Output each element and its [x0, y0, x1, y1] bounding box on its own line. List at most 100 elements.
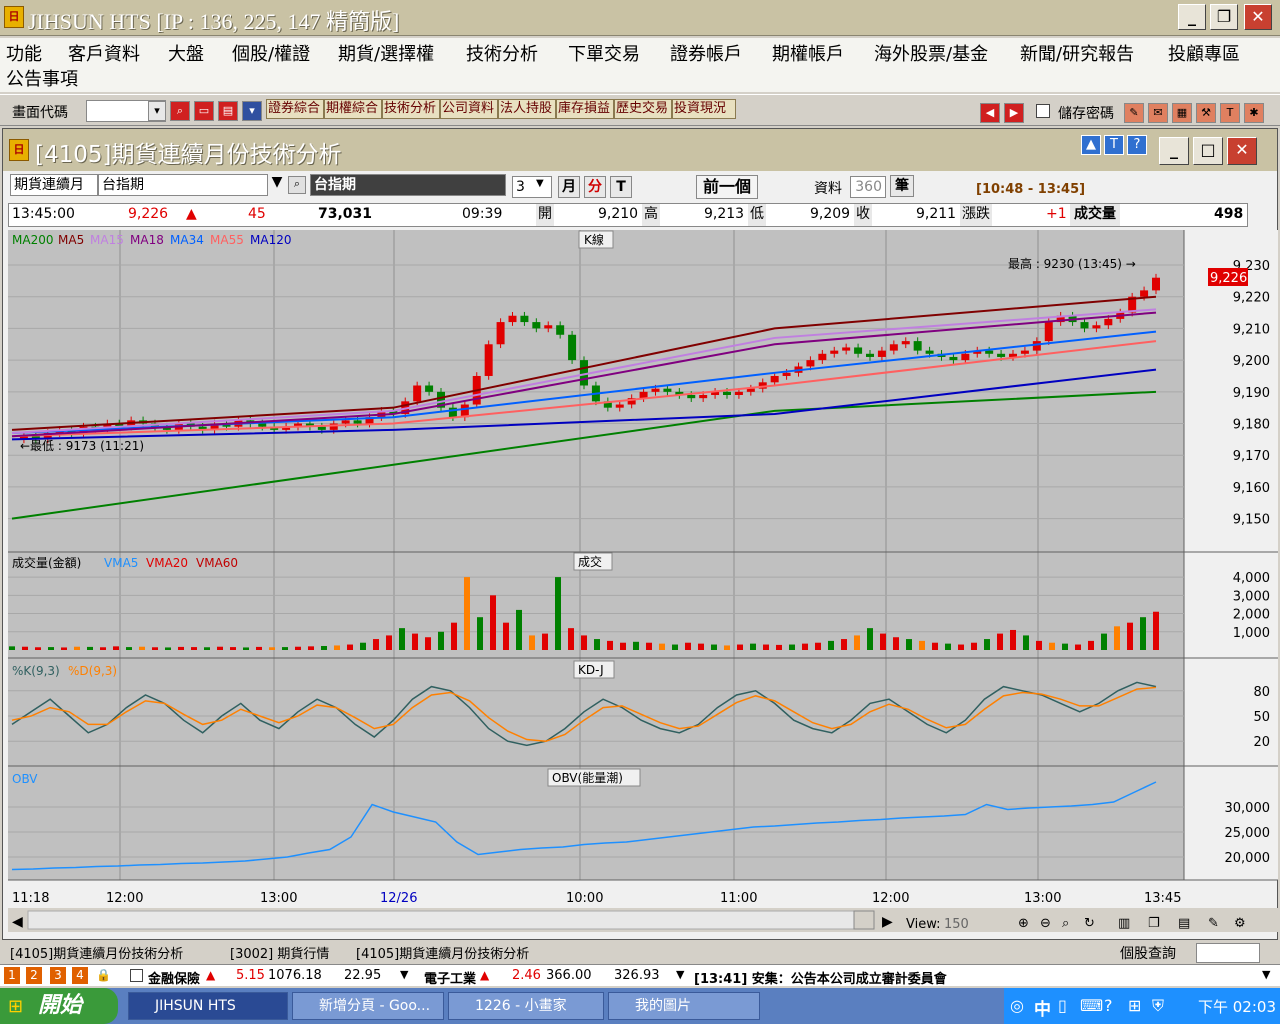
- zoom-in-icon: ⊕: [1018, 916, 1029, 931]
- menu-item-options-account[interactable]: 期權帳戶: [772, 40, 844, 66]
- taskbar-item-jihsun[interactable]: JIHSUN HTS: [128, 992, 288, 1020]
- menu-item-technical[interactable]: 技術分析: [466, 40, 538, 66]
- ticker-item1-dropdown-icon[interactable]: ▼: [400, 968, 408, 981]
- ime-mode-icon[interactable]: ▯: [1058, 996, 1067, 1015]
- quote-volume: 498: [1214, 206, 1244, 222]
- menu-item-order[interactable]: 下單交易: [568, 40, 640, 66]
- chart-icon[interactable]: ▤: [218, 101, 238, 121]
- product-field[interactable]: 台指期: [98, 174, 268, 196]
- candle-body: [413, 385, 422, 402]
- menu-item-advisor[interactable]: 投顧專區: [1168, 40, 1240, 66]
- period-tick-button[interactable]: T: [610, 176, 632, 198]
- chevron-down-icon[interactable]: ▾: [148, 101, 166, 121]
- quick-btn-investment[interactable]: 投資現況: [672, 99, 736, 119]
- save-password-checkbox[interactable]: [1036, 104, 1050, 118]
- inner-close-button[interactable]: ✕: [1227, 137, 1257, 165]
- candle-body: [1032, 341, 1041, 351]
- volume-bar: [1049, 642, 1055, 650]
- help-tray-icon[interactable]: ?: [1104, 996, 1113, 1015]
- ticker-page-2[interactable]: 2: [26, 967, 42, 984]
- windows-tray-icon[interactable]: ⊞: [1128, 996, 1141, 1015]
- gift-icon[interactable]: ✱: [1244, 103, 1264, 123]
- kd-title: KD-J: [578, 663, 604, 677]
- dropdown-icon[interactable]: ▾: [242, 101, 262, 121]
- volume-bar: [672, 644, 678, 650]
- volume-bar: [386, 635, 392, 650]
- ticker-item1-change: 5.15: [236, 968, 265, 983]
- menu-item-stocks[interactable]: 個股/權證: [232, 40, 310, 66]
- text-icon[interactable]: T: [1220, 103, 1240, 123]
- prev-button[interactable]: 前一個: [696, 175, 758, 199]
- menu-item-overseas[interactable]: 海外股票/基金: [874, 40, 988, 66]
- menu-item-news[interactable]: 新聞/研究報告: [1020, 40, 1134, 66]
- restore-button[interactable]: ❐: [1210, 4, 1238, 30]
- inner-maximize-button[interactable]: □: [1193, 137, 1223, 165]
- inner-minimize-button[interactable]: _: [1159, 137, 1189, 165]
- tab-4105-active[interactable]: [4105]期貨連續月份技術分析: [10, 943, 183, 963]
- contract-type-field[interactable]: 期貨連續月: [10, 174, 98, 196]
- volume-bar: [61, 647, 67, 650]
- taskbar-item-paint[interactable]: 1226 - 小畫家: [448, 992, 604, 1020]
- period-minute-button[interactable]: 分: [584, 176, 606, 198]
- menu-item-announcements[interactable]: 公告事項: [6, 65, 78, 91]
- tool-icon[interactable]: ⚒: [1196, 103, 1216, 123]
- menu-item-market[interactable]: 大盤: [168, 40, 204, 66]
- taskbar-item-pictures[interactable]: 我的圖片: [608, 992, 760, 1020]
- candle-body: [663, 388, 672, 392]
- ticker-page-4[interactable]: 4: [72, 967, 88, 984]
- quick-btn-history[interactable]: 歷史交易: [614, 99, 672, 119]
- stock-query-input[interactable]: [1196, 943, 1260, 963]
- arrow-right-icon[interactable]: ▶: [1004, 103, 1024, 123]
- network-icon[interactable]: ◎: [1010, 996, 1024, 1015]
- edit-icon[interactable]: ✎: [1124, 103, 1144, 123]
- help-icon[interactable]: ?: [1127, 135, 1147, 155]
- menu-item-function[interactable]: 功能: [6, 40, 42, 66]
- ticker-news-dropdown-icon[interactable]: ▼: [1262, 968, 1270, 981]
- quick-btn-technical[interactable]: 技術分析: [382, 99, 440, 119]
- period-select[interactable]: 3: [512, 176, 552, 198]
- volume-bar: [35, 647, 41, 650]
- minimize-button[interactable]: _: [1178, 4, 1206, 30]
- ticker-checkbox[interactable]: [130, 969, 143, 982]
- menu-item-customer[interactable]: 客戶資料: [68, 40, 140, 66]
- menu-item-futures[interactable]: 期貨/選擇權: [338, 40, 434, 66]
- quick-btn-securities[interactable]: 證券綜合: [266, 99, 324, 119]
- candle-body: [854, 347, 863, 354]
- quick-btn-company[interactable]: 公司資料: [440, 99, 498, 119]
- period-month-button[interactable]: 月: [558, 176, 580, 198]
- data-count-input[interactable]: 360: [850, 176, 886, 198]
- ticker-news[interactable]: [13:41] 安集：公告本公司成立審計委員會: [694, 968, 947, 987]
- lock-icon[interactable]: 🔒: [96, 968, 111, 982]
- quote-change: 45: [248, 206, 266, 222]
- quick-btn-inventory[interactable]: 庫存損益: [556, 99, 614, 119]
- folder-icon[interactable]: ▭: [194, 101, 214, 121]
- shield-icon[interactable]: ⛨: [1152, 996, 1164, 1016]
- data-unit-button[interactable]: 筆: [890, 175, 914, 197]
- search-icon[interactable]: ⌕: [288, 176, 306, 194]
- volume-bar: [230, 647, 236, 650]
- close-button[interactable]: ✕: [1244, 4, 1272, 30]
- ime-indicator[interactable]: 中: [1034, 995, 1051, 1020]
- ticker-page-1[interactable]: 1: [4, 967, 20, 984]
- legend-ma15: MA15: [90, 233, 124, 247]
- product-dropdown-icon[interactable]: ▼: [268, 174, 286, 196]
- ticker-page-3[interactable]: 3: [50, 967, 66, 984]
- arrow-left-icon[interactable]: ◀: [980, 103, 1000, 123]
- keyboard-icon[interactable]: ⌨: [1080, 996, 1103, 1015]
- quick-btn-options[interactable]: 期權綜合: [324, 99, 382, 119]
- menu-item-securities-account[interactable]: 證券帳戶: [670, 40, 742, 66]
- technical-chart[interactable]: 9,2309,2209,2109,2009,1909,1809,1709,160…: [8, 230, 1278, 942]
- tab-3002[interactable]: [3002] 期貨行情: [230, 943, 329, 963]
- mail-icon[interactable]: ✉: [1148, 103, 1168, 123]
- quick-btn-institutional[interactable]: 法人持股: [498, 99, 556, 119]
- print-icon[interactable]: ▦: [1172, 103, 1192, 123]
- x-tick-label: 12:00: [872, 891, 909, 906]
- screen-code-label: 畫面代碼: [12, 105, 68, 121]
- up-icon[interactable]: ▲: [1081, 135, 1101, 155]
- ticker-item2-dropdown-icon[interactable]: ▼: [676, 968, 684, 981]
- taskbar-item-chrome[interactable]: 新增分頁 - Goo...: [292, 992, 444, 1020]
- period-dropdown-icon[interactable]: ▼: [536, 178, 544, 189]
- t-icon[interactable]: T: [1104, 135, 1124, 155]
- search-icon[interactable]: ⌕: [170, 101, 190, 121]
- tab-4105[interactable]: [4105]期貨連續月份技術分析: [356, 943, 529, 963]
